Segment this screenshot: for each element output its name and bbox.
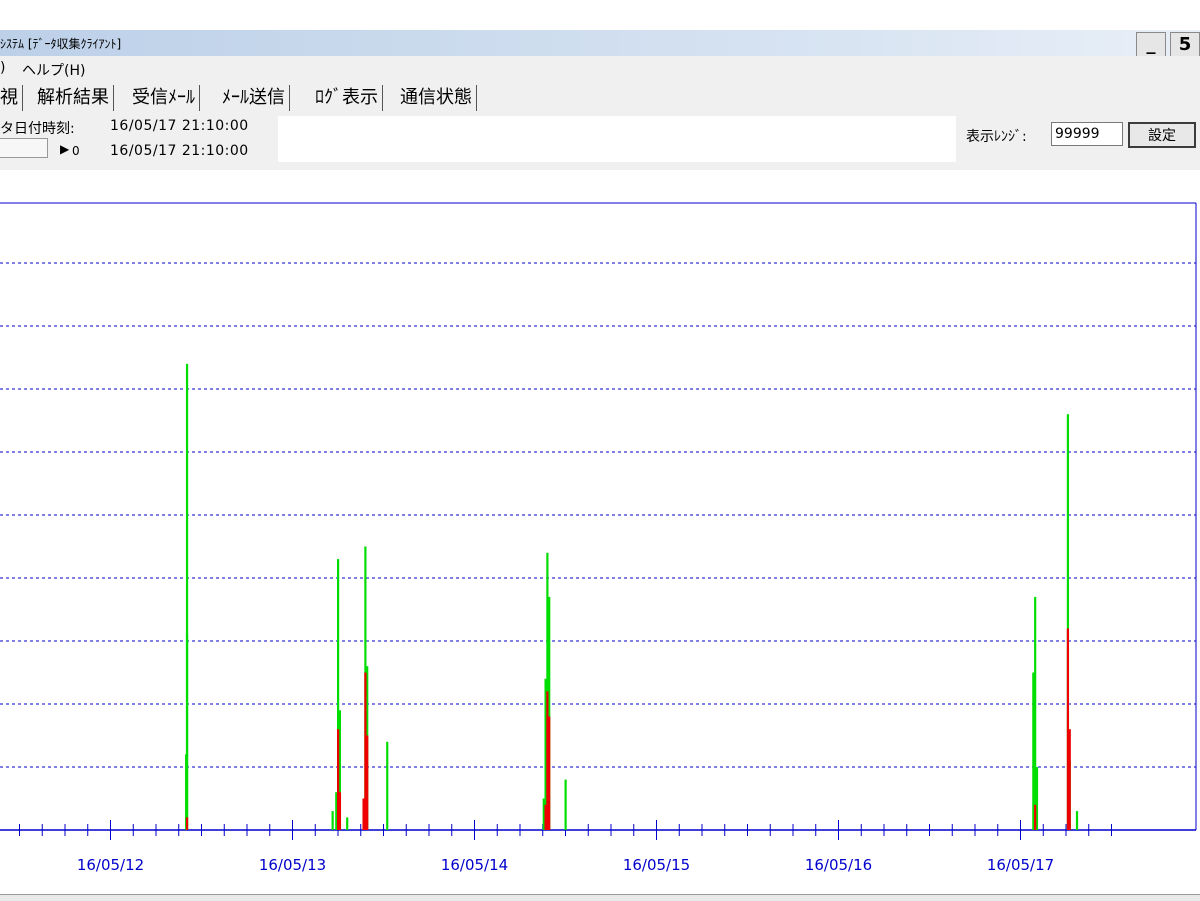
green-bar bbox=[346, 817, 349, 830]
range-input[interactable] bbox=[1051, 122, 1123, 146]
tab-communication-status[interactable]: 通信状態 bbox=[400, 85, 477, 111]
green-bar bbox=[386, 741, 389, 830]
slider-value: 0 bbox=[72, 144, 80, 158]
menu-bar: ) ヘルプ(H) bbox=[0, 56, 1200, 82]
x-tick-label: 16/05/17 bbox=[987, 856, 1054, 874]
menu-item-partial[interactable]: ) bbox=[0, 60, 5, 76]
time-slider-thumb[interactable] bbox=[0, 138, 48, 158]
red-bar bbox=[362, 798, 365, 830]
timeline-chart: 16/05/12 16/05/13 16/05/14 16/05/15 16/05/16… bbox=[0, 202, 1197, 874]
red-bar bbox=[185, 817, 189, 830]
green-bar bbox=[185, 634, 189, 830]
window-title: ｼｽﾃﾑ [ﾃﾞｰﾀ収集ｸﾗｲｱﾝﾄ] bbox=[0, 37, 122, 51]
green-bar bbox=[331, 811, 334, 830]
tab-log-display[interactable]: ﾛｸﾞ表示 bbox=[315, 85, 383, 111]
x-tick-label: 16/05/16 bbox=[805, 856, 872, 874]
datetime-label: タ日付時刻: bbox=[0, 121, 75, 137]
set-button[interactable]: 設定 bbox=[1128, 122, 1196, 148]
red-bar bbox=[338, 792, 342, 830]
tab-bar: 視 解析結果 受信ﾒｰﾙ ﾒｰﾙ送信 ﾛｸﾞ表示 通信状態 bbox=[0, 82, 1200, 114]
slider-arrow-icon[interactable]: ▶ bbox=[60, 142, 69, 156]
datetime-value: 16/05/17 21:10:00 bbox=[110, 118, 249, 134]
tab-send-mail[interactable]: ﾒｰﾙ送信 bbox=[222, 85, 290, 111]
x-tick-label: 16/05/13 bbox=[259, 856, 326, 874]
red-bar bbox=[1068, 729, 1071, 830]
tab-monitor[interactable]: 視 bbox=[0, 85, 23, 111]
red-bar bbox=[544, 804, 547, 830]
menu-item-help[interactable]: ヘルプ(H) bbox=[22, 60, 85, 80]
green-bar bbox=[1075, 811, 1079, 830]
info-bar: タ日付時刻: 16/05/17 21:10:00 ▶ 0 16/05/17 21… bbox=[0, 114, 1200, 170]
tab-received-mail[interactable]: 受信ﾒｰﾙ bbox=[132, 85, 200, 111]
range-label: 表示ﾚﾝｼﾞ: bbox=[966, 129, 1027, 145]
red-bar bbox=[548, 716, 551, 830]
x-tick-label: 16/05/14 bbox=[441, 856, 508, 874]
red-bar bbox=[366, 735, 369, 830]
x-tick-label: 16/05/12 bbox=[77, 856, 144, 874]
slider-datetime: 16/05/17 21:10:00 bbox=[110, 143, 249, 159]
x-tick-label: 16/05/15 bbox=[623, 856, 690, 874]
info-display-area bbox=[278, 116, 956, 162]
tab-analysis-results[interactable]: 解析結果 bbox=[37, 85, 114, 111]
chart-area: 16/05/12 16/05/13 16/05/14 16/05/15 16/05/16… bbox=[0, 170, 1200, 900]
top-margin bbox=[0, 0, 1200, 30]
title-bar[interactable]: ｼｽﾃﾑ [ﾃﾞｰﾀ収集ｸﾗｲｱﾝﾄ] _ 5 bbox=[0, 30, 1200, 60]
green-bar bbox=[564, 779, 567, 830]
red-bar bbox=[1034, 804, 1037, 830]
